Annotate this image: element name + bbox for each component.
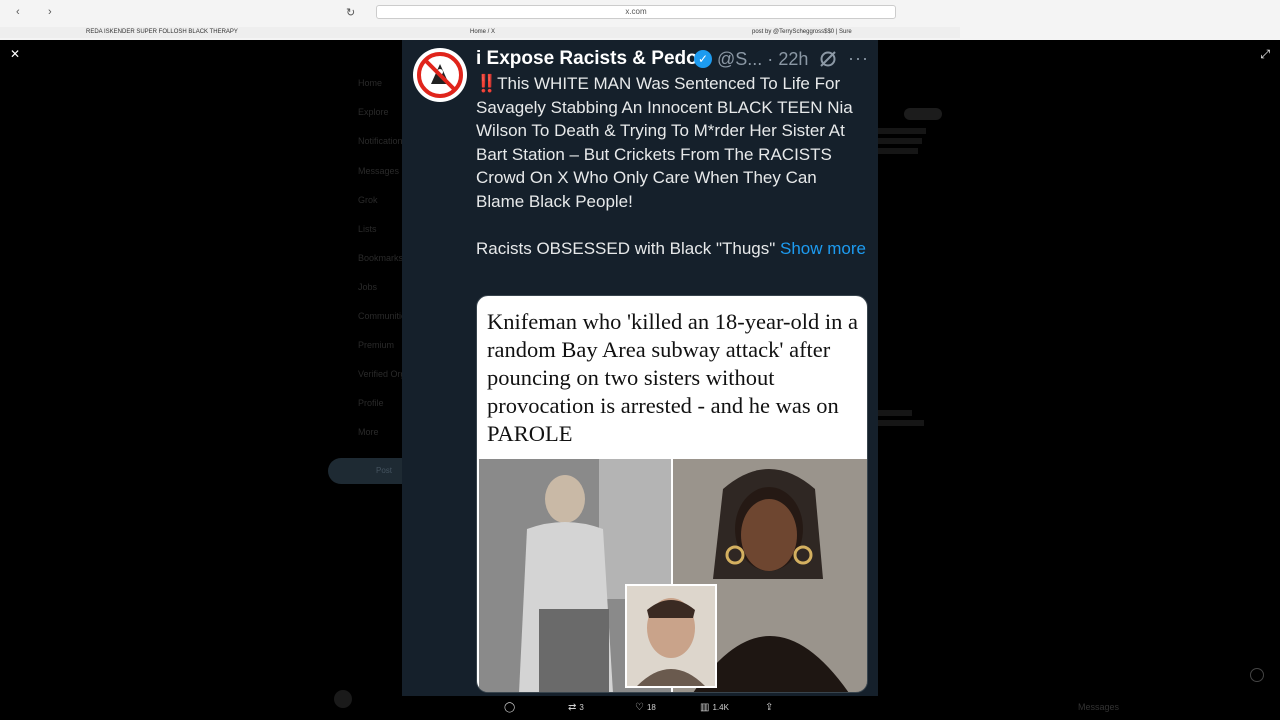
bookmark-item[interactable]: post by @TerryScheggross$$0 | Sure <box>752 29 852 35</box>
tweet-text: ‼️This WHITE MAN Was Sentenced To Life F… <box>476 72 868 214</box>
timestamp[interactable]: 22h <box>778 49 808 69</box>
verified-badge-icon: ✓ <box>694 50 712 68</box>
nav-item-jobs: Jobs <box>358 282 378 292</box>
views-button[interactable]: ▥ 1.4K <box>700 702 729 713</box>
nav-item-profile: Profile <box>358 398 384 408</box>
heart-icon: ♡ <box>635 702 644 713</box>
views-count: 1.4K <box>712 703 729 712</box>
bookmark-item[interactable]: Home / X <box>470 29 495 35</box>
like-count: 18 <box>646 703 656 712</box>
nav-item-home: Home <box>358 78 383 88</box>
tweet-card[interactable]: i Expose Racists & Pedos ✓ @S... · 22h ·… <box>402 40 878 696</box>
nav-item-notifications: Notifications <box>358 136 408 146</box>
reload-icon[interactable]: ↻ <box>346 6 355 19</box>
browser-chrome: ‹ › ↻ x.com REDA ISKENDER SUPER FOLLOSH … <box>0 0 1280 40</box>
avatar-dim <box>334 690 352 708</box>
repost-count: 3 <box>579 703 584 712</box>
nav-item-grok: Grok <box>358 195 378 205</box>
grok-icon[interactable] <box>818 49 838 69</box>
nav-item-bookmarks: Bookmarks <box>358 253 404 263</box>
nav-item-explore: Explore <box>358 107 389 117</box>
article-headline: Knifeman who 'killed an 18-year-old in a… <box>487 309 858 446</box>
tweet-text-line: Racists OBSESSED with Black "Thugs" <box>476 239 780 258</box>
no-racism-logo-icon <box>414 49 466 101</box>
handle[interactable]: @S... <box>717 49 762 69</box>
forward-icon[interactable]: › <box>48 6 52 18</box>
display-name[interactable]: i Expose Racists & Pedos <box>476 48 708 70</box>
expand-icon[interactable]: ⤢ <box>1260 47 1270 62</box>
nav-item-messages: Messages <box>358 166 400 176</box>
address-bar[interactable]: x.com <box>376 5 896 19</box>
share-button[interactable]: ⇪ <box>765 702 776 713</box>
reply-icon: ◯ <box>504 702 516 713</box>
back-icon[interactable]: ‹ <box>16 6 20 18</box>
bookmark-item[interactable]: REDA ISKENDER SUPER FOLLOSH BLACK THERAP… <box>86 29 238 35</box>
close-icon[interactable]: ✕ <box>10 47 20 61</box>
share-icon: ⇪ <box>765 702 774 713</box>
nav-item-lists: Lists <box>358 224 377 234</box>
nav-item-more: More <box>358 427 379 437</box>
reply-button[interactable]: ◯ <box>504 702 518 713</box>
tweet-action-bar: ◯ ⇄ 3 ♡ 18 ▥ 1.4K ⇪ <box>402 696 878 720</box>
tweet-text-body: This WHITE MAN Was Sentenced To Life For… <box>476 74 853 211</box>
separator: · <box>767 49 774 69</box>
show-more-link[interactable]: Show more <box>780 239 866 258</box>
mugshot-face-icon <box>627 586 715 686</box>
background-right-column <box>878 100 958 500</box>
more-options-icon[interactable]: ··· <box>848 48 869 69</box>
avatar[interactable] <box>413 48 467 102</box>
bookmarks-bar: REDA ISKENDER SUPER FOLLOSH BLACK THERAP… <box>0 27 960 38</box>
repost-button[interactable]: ⇄ 3 <box>568 702 584 713</box>
tweet-text-continued: Racists OBSESSED with Black "Thugs" Show… <box>476 237 868 261</box>
tweet-media-image[interactable]: Knifeman who 'killed an 18-year-old in a… <box>476 295 868 693</box>
handle-and-time[interactable]: @S... · 22h <box>717 49 808 70</box>
like-button[interactable]: ♡ 18 <box>635 702 656 713</box>
settings-circle-icon[interactable] <box>1250 668 1264 682</box>
messages-drawer-label: Messages <box>1078 702 1120 712</box>
background-nav: Home Explore Notifications Messages Grok… <box>330 40 411 720</box>
nav-item-premium: Premium <box>358 340 395 350</box>
mugshot-photo <box>625 584 717 688</box>
repost-icon: ⇄ <box>568 702 577 713</box>
double-exclamation-icon: ‼️ <box>476 74 498 93</box>
post-button-label: Post <box>376 466 393 475</box>
bar-chart-icon: ▥ <box>700 702 710 713</box>
